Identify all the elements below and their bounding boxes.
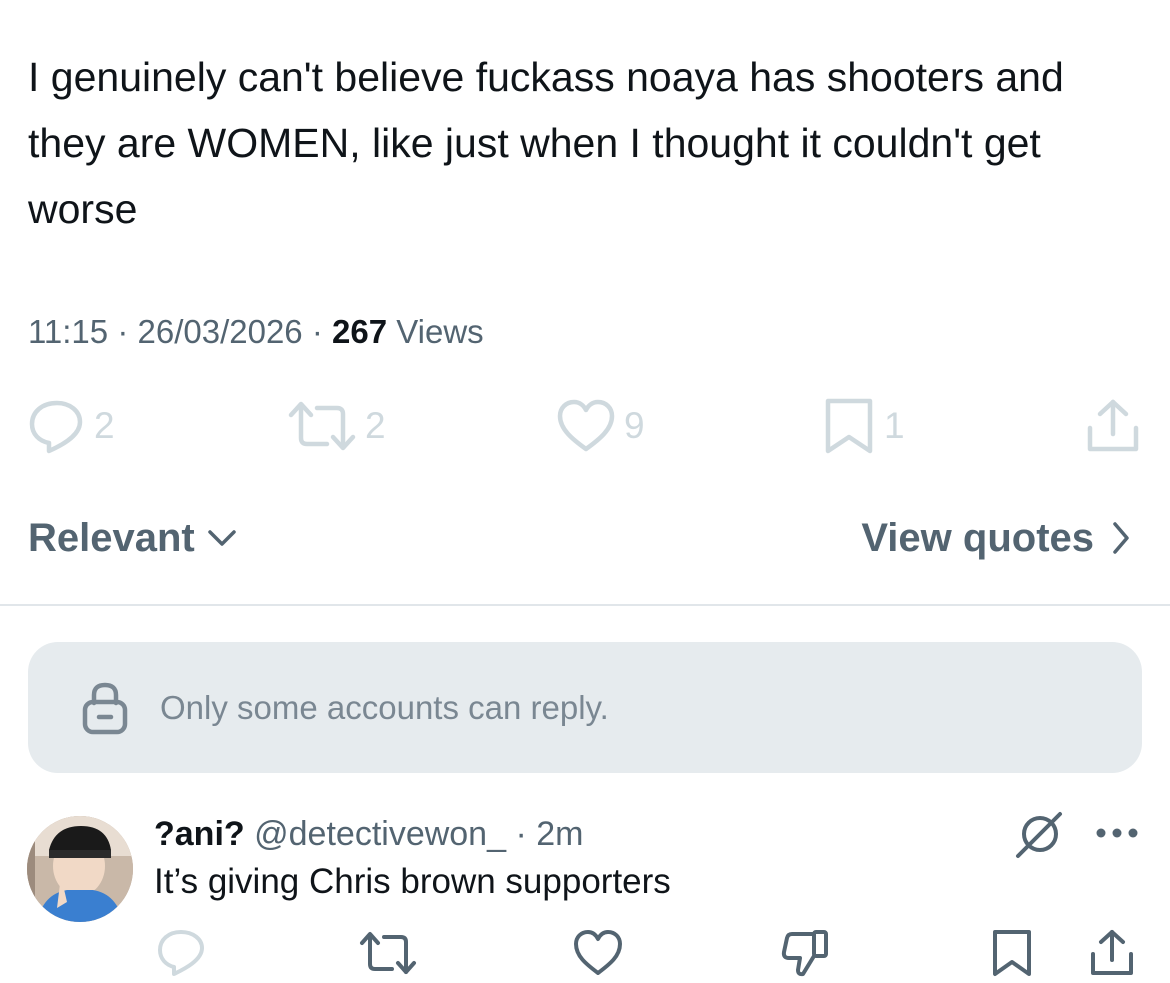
lock-icon — [82, 682, 128, 734]
repost-icon — [288, 401, 356, 451]
bookmark-button[interactable]: 1 — [822, 396, 905, 456]
bookmark-count: 1 — [884, 405, 905, 446]
meta-separator: · — [117, 313, 129, 350]
reply-text: It’s giving Chris brown supporters — [154, 862, 671, 901]
reply-restriction-banner: Only some accounts can reply. — [28, 642, 1142, 773]
reply-actions — [0, 928, 1170, 978]
more-icon — [1096, 828, 1138, 838]
reply-repost-button[interactable] — [358, 928, 418, 983]
view-quotes-link[interactable]: View quotes — [861, 508, 1130, 568]
bookmark-icon — [825, 398, 873, 454]
reply-header: ?ani? @detectivewon_ · 2m — [154, 812, 583, 856]
sort-row: Relevant View quotes — [0, 508, 1170, 568]
grok-icon — [1016, 812, 1062, 858]
thumbs-down-icon — [781, 930, 828, 977]
views-count: 267 — [332, 313, 388, 350]
reply-dislike-button[interactable] — [780, 928, 830, 983]
reply-share-button[interactable] — [1088, 928, 1136, 983]
reply-count: 2 — [94, 405, 115, 446]
reply-author-handle[interactable]: @detectivewon_ — [254, 815, 506, 853]
relevant-label: Relevant — [28, 515, 195, 560]
tweet-text: I genuinely can't believe fuckass noaya … — [28, 54, 1076, 232]
reply-restriction-text: Only some accounts can reply. — [160, 688, 609, 726]
reply-meta-separator: · — [515, 815, 527, 853]
reply-tweet[interactable]: ?ani? @detectivewon_ · 2m It’s giving Ch… — [0, 800, 1170, 978]
like-count: 9 — [624, 405, 645, 446]
view-quotes-label: View quotes — [861, 515, 1094, 560]
reply-icon — [29, 400, 83, 454]
meta-separator: · — [311, 313, 323, 350]
share-button[interactable] — [1085, 396, 1141, 456]
reply-bookmark-button[interactable] — [990, 928, 1034, 983]
heart-icon — [574, 930, 622, 975]
more-options-button[interactable] — [1094, 826, 1140, 845]
share-icon — [1087, 399, 1139, 452]
divider — [0, 604, 1170, 606]
reply-like-button[interactable] — [573, 928, 623, 983]
reply-icon — [158, 930, 204, 976]
like-button[interactable]: 9 — [556, 396, 645, 456]
chevron-right-icon — [1113, 522, 1129, 554]
views-label: Views — [396, 313, 484, 350]
grok-button[interactable] — [1014, 810, 1064, 865]
sort-relevant-dropdown[interactable]: Relevant — [28, 508, 237, 568]
tweet-date[interactable]: 26/03/2026 — [137, 313, 302, 350]
bookmark-icon — [993, 930, 1031, 976]
repost-icon — [360, 932, 416, 974]
reply-author-name[interactable]: ?ani? — [154, 815, 245, 853]
chevron-down-icon — [208, 530, 236, 546]
repost-button[interactable]: 2 — [287, 396, 386, 456]
reply-time[interactable]: 2m — [536, 815, 583, 853]
reply-reply-button[interactable] — [156, 928, 206, 983]
reply-button[interactable]: 2 — [28, 396, 115, 456]
tweet-time[interactable]: 11:15 — [28, 313, 108, 350]
repost-count: 2 — [365, 405, 386, 446]
avatar[interactable] — [27, 816, 133, 922]
heart-icon — [557, 399, 615, 452]
tweet-actions: 2 2 9 1 — [0, 396, 1170, 456]
tweet-meta: 11:15 · 26/03/2026 · 267 Views — [28, 310, 484, 354]
share-icon — [1091, 930, 1133, 975]
